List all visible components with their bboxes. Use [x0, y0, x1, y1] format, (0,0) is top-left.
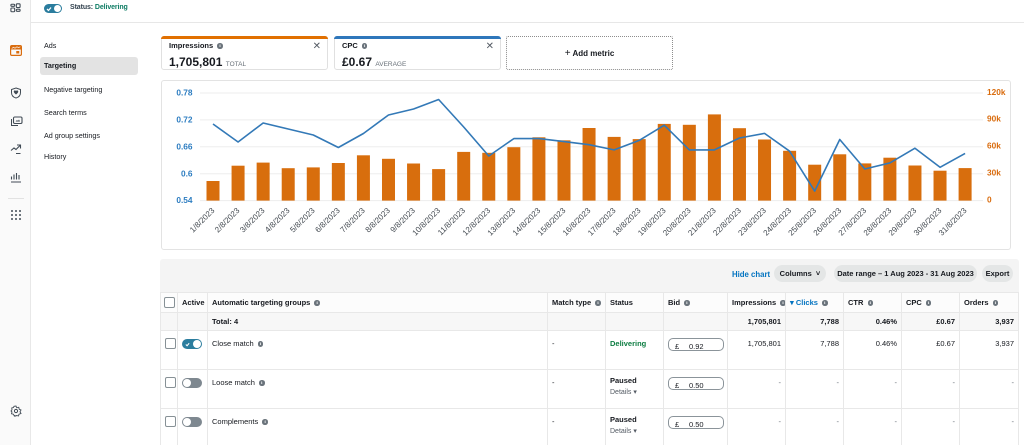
svg-text:30k: 30k	[987, 168, 1001, 178]
svg-text:0.66: 0.66	[176, 141, 193, 151]
svg-text:60k: 60k	[987, 141, 1001, 151]
svg-text:1/8/2023: 1/8/2023	[188, 206, 217, 235]
svg-text:7/8/2023: 7/8/2023	[338, 206, 367, 235]
svg-text:0.78: 0.78	[176, 88, 193, 98]
svg-text:0.54: 0.54	[176, 195, 193, 205]
svg-text:2/8/2023: 2/8/2023	[213, 206, 242, 235]
svg-text:5/8/2023: 5/8/2023	[288, 206, 317, 235]
svg-text:0.72: 0.72	[176, 115, 193, 125]
svg-text:120k: 120k	[987, 87, 1006, 97]
svg-text:6/8/2023: 6/8/2023	[313, 206, 342, 235]
svg-text:0.6: 0.6	[181, 168, 193, 178]
svg-text:3/8/2023: 3/8/2023	[238, 206, 267, 235]
svg-text:90k: 90k	[987, 114, 1001, 124]
svg-text:4/8/2023: 4/8/2023	[263, 206, 292, 235]
svg-text:31/8/2023: 31/8/2023	[937, 206, 969, 238]
svg-text:0: 0	[987, 194, 992, 204]
svg-text:8/8/2023: 8/8/2023	[364, 206, 393, 235]
